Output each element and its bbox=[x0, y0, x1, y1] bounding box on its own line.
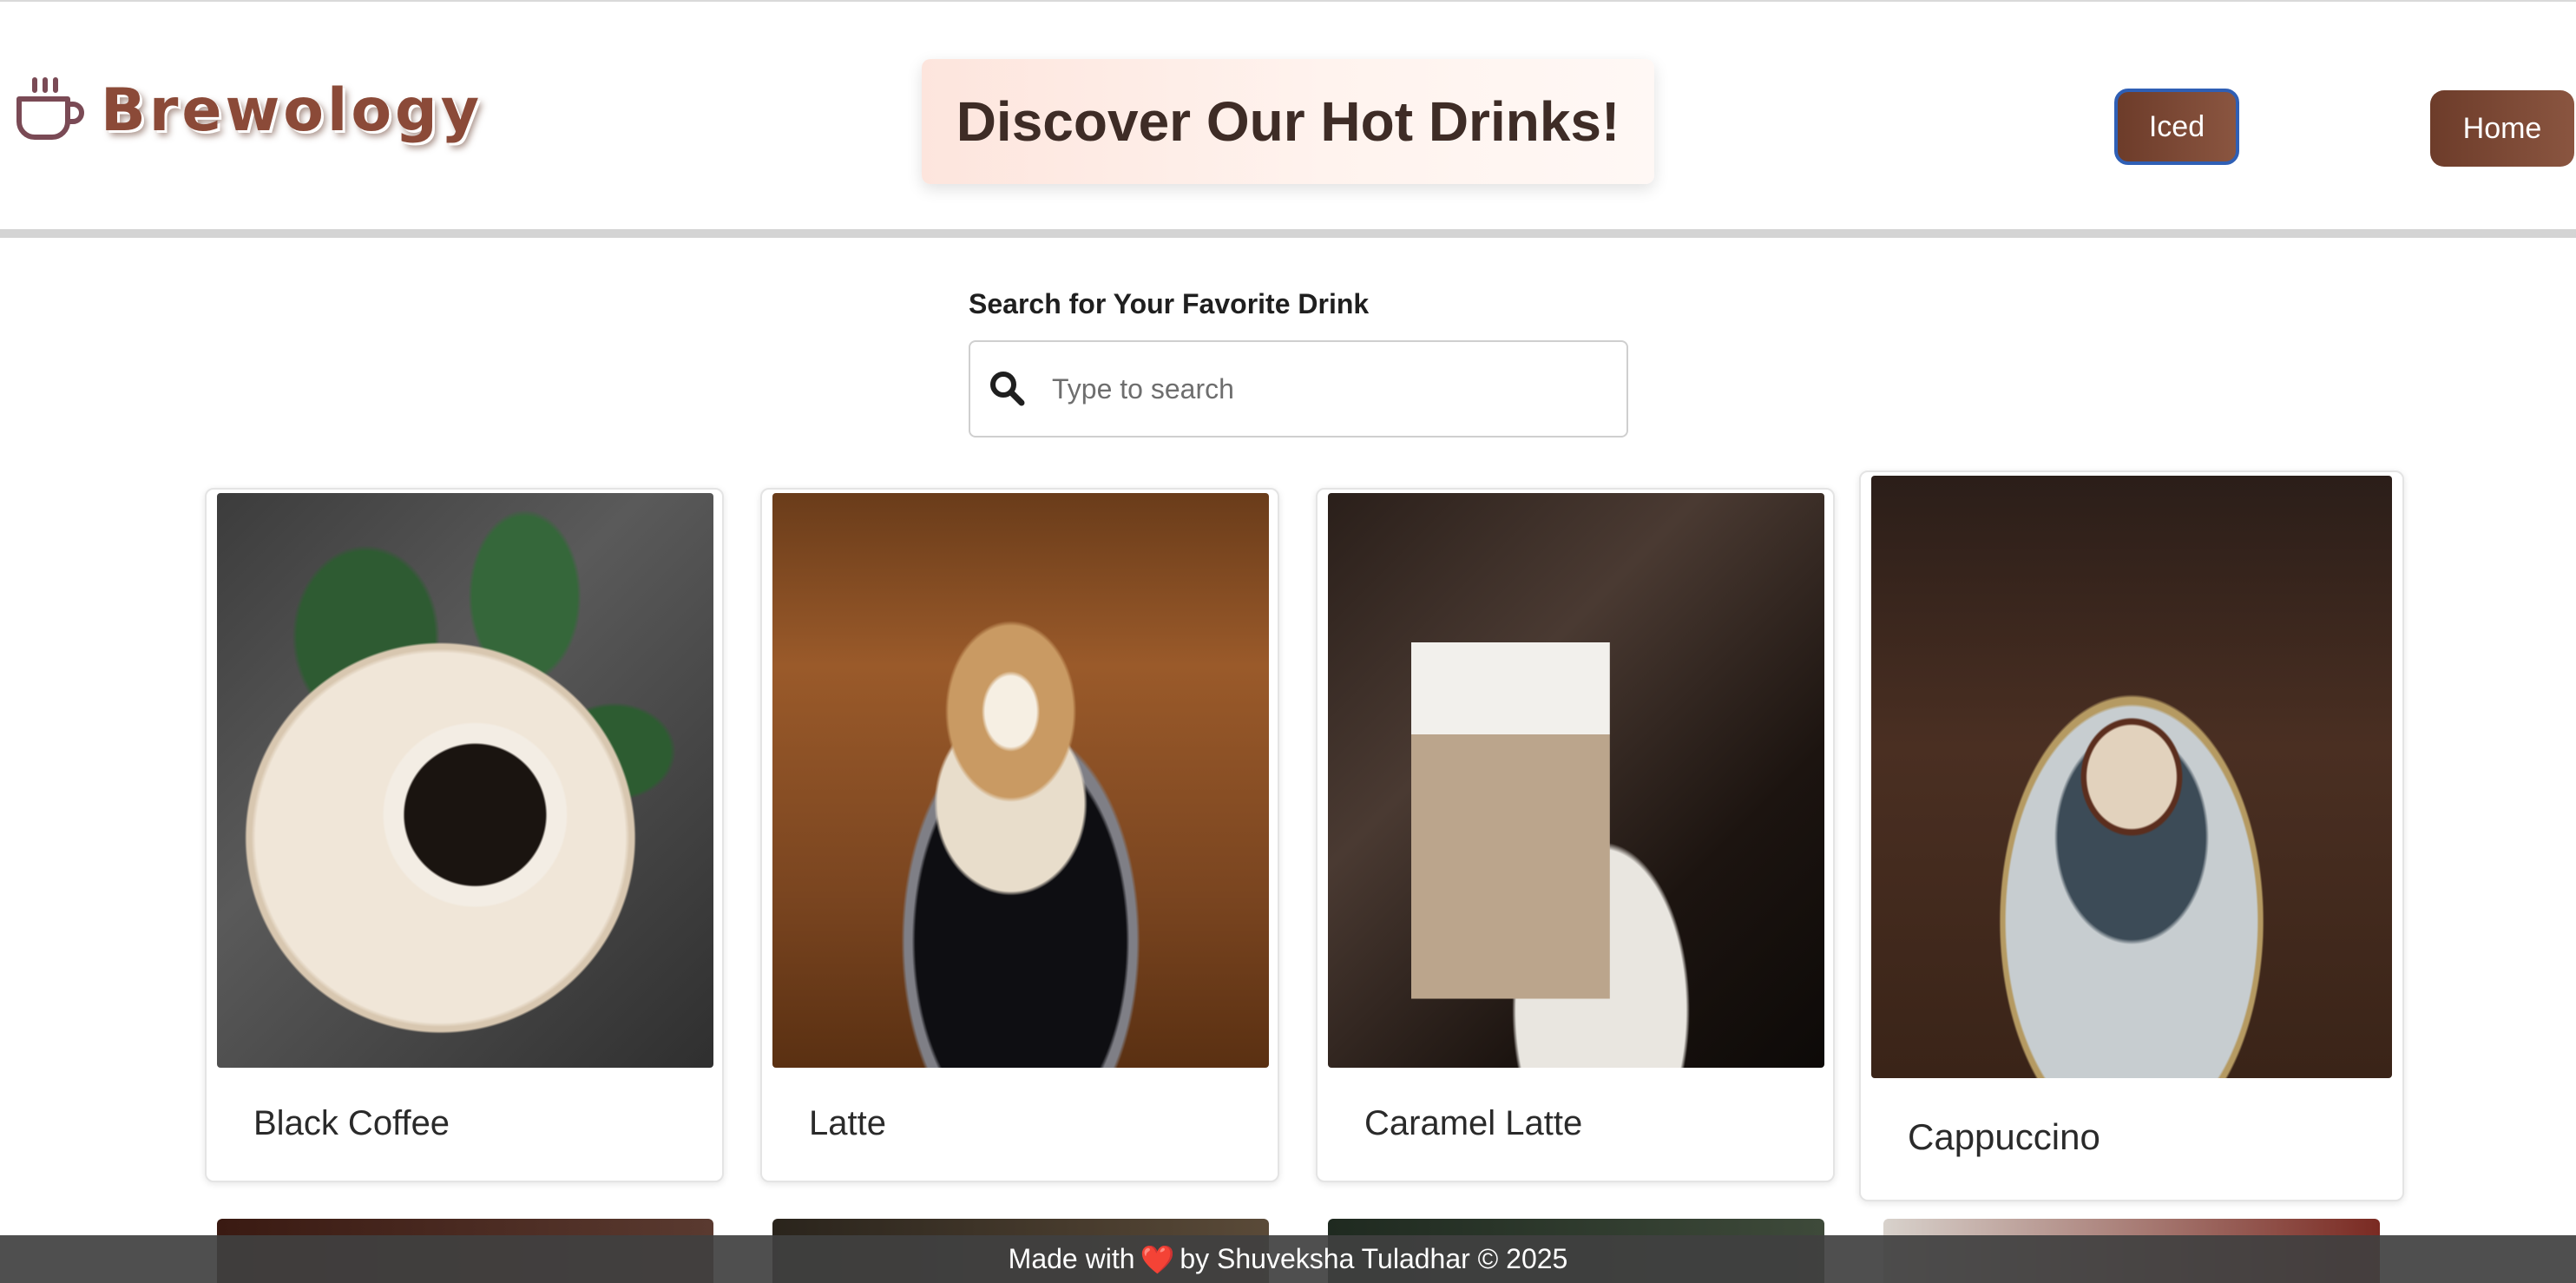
drink-card-hovered[interactable]: Cappuccino bbox=[1859, 470, 2404, 1201]
header-divider bbox=[0, 229, 2576, 238]
drink-name: Latte bbox=[809, 1104, 886, 1142]
search-label: Search for Your Favorite Drink bbox=[969, 288, 1370, 319]
drink-name: Caramel Latte bbox=[1364, 1104, 1583, 1142]
page-title: Discover Our Hot Drinks! bbox=[956, 90, 1620, 153]
search-section: Search for Your Favorite Drink bbox=[969, 288, 1628, 438]
site-header: Brewology Discover Our Hot Drinks! Iced … bbox=[0, 2, 2576, 227]
home-nav-button[interactable]: Home bbox=[2430, 90, 2574, 167]
heart-icon: ❤️ bbox=[1140, 1243, 1175, 1275]
drink-card[interactable]: Black Coffee bbox=[205, 488, 724, 1182]
search-input[interactable] bbox=[1052, 372, 1590, 405]
drink-image-black-coffee bbox=[217, 493, 713, 1068]
drink-card[interactable]: Caramel Latte bbox=[1316, 488, 1835, 1182]
drink-card[interactable]: Latte bbox=[760, 488, 1279, 1182]
footer-credit: by Shuveksha Tuladhar © 2025 bbox=[1180, 1243, 1568, 1274]
brand-name: Brewology bbox=[101, 76, 483, 145]
drink-image-latte bbox=[772, 493, 1269, 1068]
drink-name: Cappuccino bbox=[1908, 1116, 2100, 1157]
site-footer: Made with ❤️ by Shuveksha Tuladhar © 202… bbox=[0, 1235, 2576, 1283]
coffee-cup-icon bbox=[16, 76, 85, 144]
drink-image-caramel-latte bbox=[1328, 493, 1824, 1068]
brand-logo[interactable]: Brewology bbox=[16, 71, 483, 149]
search-icon bbox=[977, 342, 1038, 436]
drink-image-cappuccino bbox=[1871, 476, 2392, 1078]
search-box[interactable] bbox=[969, 340, 1628, 438]
page-title-banner: Discover Our Hot Drinks! bbox=[922, 59, 1654, 184]
drink-name: Black Coffee bbox=[253, 1104, 450, 1142]
footer-prefix: Made with bbox=[1008, 1243, 1135, 1274]
iced-nav-button[interactable]: Iced bbox=[2114, 89, 2239, 165]
